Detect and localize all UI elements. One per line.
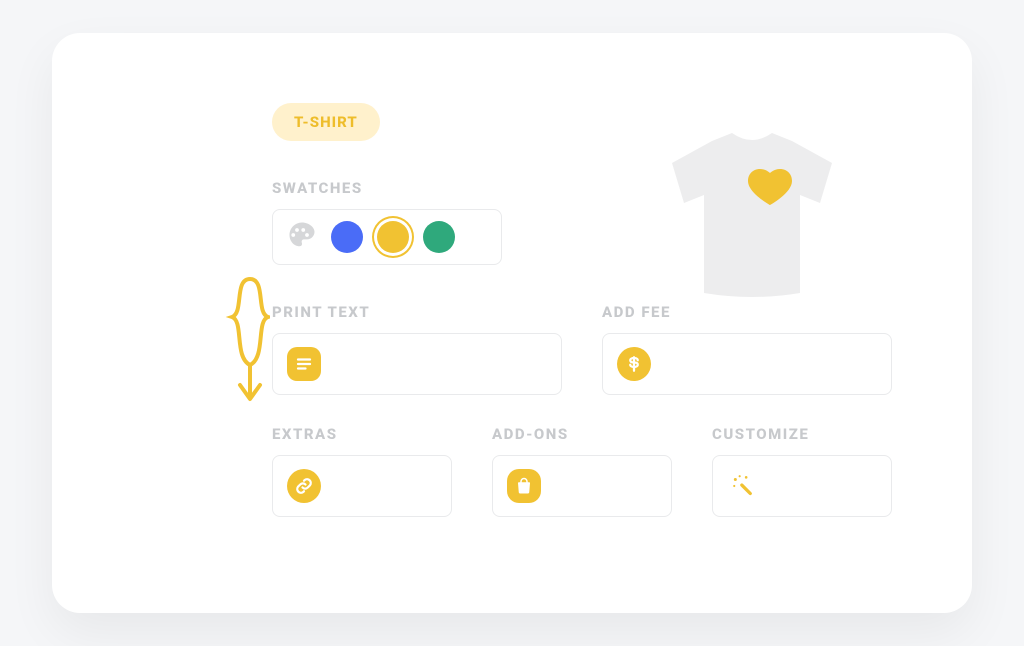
swatch-green[interactable] [423, 221, 455, 253]
customize-section: CUSTOMIZE [712, 425, 892, 517]
dollar-icon [617, 347, 651, 381]
tshirt-preview [652, 113, 852, 313]
flow-arrow-icon [210, 273, 270, 413]
print-text-label: PRINT TEXT [272, 303, 562, 321]
addons-section: ADD-ONS [492, 425, 672, 517]
palette-icon [287, 220, 317, 254]
addons-label: ADD-ONS [492, 425, 672, 443]
print-text-section: PRINT TEXT [272, 303, 562, 395]
add-fee-field[interactable] [602, 333, 892, 395]
extras-field[interactable] [272, 455, 452, 517]
print-text-field[interactable] [272, 333, 562, 395]
addons-field[interactable] [492, 455, 672, 517]
extras-section: EXTRAS [272, 425, 452, 517]
shopping-bag-icon [507, 469, 541, 503]
product-type-badge: T-SHIRT [272, 103, 380, 141]
text-lines-icon [287, 347, 321, 381]
customize-label: CUSTOMIZE [712, 425, 892, 443]
product-config-card: T-SHIRT SWATCHES PRINT TEXT [52, 33, 972, 613]
swatch-yellow[interactable] [377, 221, 409, 253]
magic-wand-icon [727, 469, 761, 503]
extras-label: EXTRAS [272, 425, 452, 443]
customize-field[interactable] [712, 455, 892, 517]
swatches-box [272, 209, 502, 265]
add-fee-section: ADD FEE [602, 303, 892, 395]
link-icon [287, 469, 321, 503]
swatch-blue[interactable] [331, 221, 363, 253]
